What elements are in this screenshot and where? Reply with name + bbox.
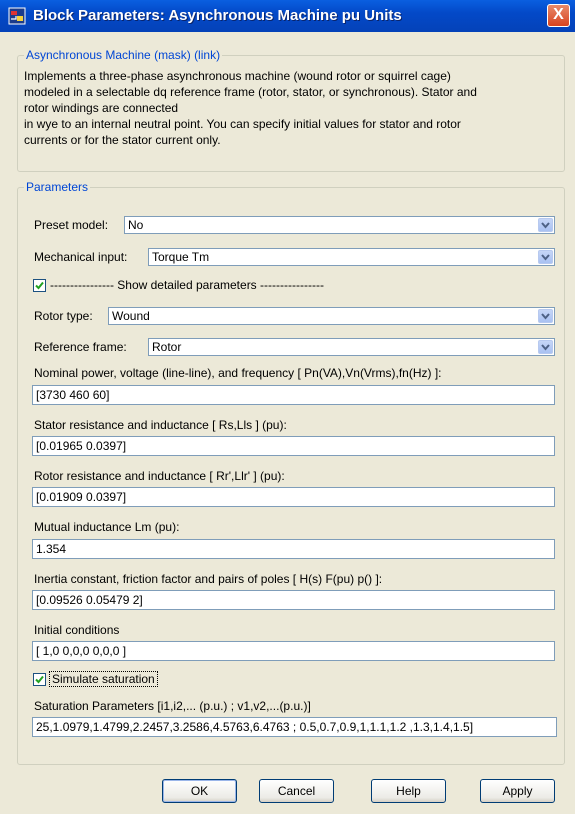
chevron-down-icon[interactable] — [538, 218, 553, 232]
saturation-params-value: 25,1.0979,1.4799,2.2457,3.2586,4.5763,6.… — [36, 720, 474, 734]
reference-frame-select[interactable]: Rotor — [148, 338, 555, 356]
saturation-params-label: Saturation Parameters [i1,i2,... (p.u.) … — [34, 699, 311, 713]
description-line: Implements a three-phase asynchronous ma… — [24, 69, 451, 83]
rotor-type-label: Rotor type: — [34, 309, 93, 323]
simulate-saturation-label: Simulate saturation — [49, 671, 158, 687]
description-line: currents or for the stator current only. — [24, 133, 221, 147]
apply-button[interactable]: Apply — [480, 779, 555, 803]
mask-group-title: Asynchronous Machine (mask) (link) — [24, 48, 223, 62]
description-line: modeled in a selectable dq reference fra… — [24, 85, 477, 99]
help-button[interactable]: Help — [371, 779, 446, 803]
close-icon: X — [553, 6, 564, 23]
reference-frame-label: Reference frame: — [34, 340, 127, 354]
mechanical-input-label: Mechanical input: — [34, 250, 128, 264]
mechanical-input-value: Torque Tm — [152, 250, 210, 264]
stator-label: Stator resistance and inductance [ Rs,Ll… — [34, 418, 287, 432]
parameters-group-title: Parameters — [24, 180, 91, 194]
title-bar[interactable]: Block Parameters: Asynchronous Machine p… — [0, 0, 575, 32]
nominal-field[interactable]: [3730 460 60] — [32, 385, 555, 405]
initial-conditions-label: Initial conditions — [34, 623, 120, 637]
cancel-button[interactable]: Cancel — [259, 779, 334, 803]
description-line: in wye to an internal neutral point. You… — [24, 117, 461, 131]
initial-conditions-field[interactable]: [ 1,0 0,0,0 0,0,0 ] — [32, 641, 555, 661]
rotor-resistance-label: Rotor resistance and inductance [ Rr',Ll… — [34, 469, 285, 483]
nominal-value: [3730 460 60] — [36, 388, 110, 402]
initial-conditions-value: [ 1,0 0,0,0 0,0,0 ] — [36, 644, 127, 658]
saturation-params-field[interactable]: 25,1.0979,1.4799,2.2457,3.2586,4.5763,6.… — [32, 717, 557, 737]
preset-model-label: Preset model: — [34, 218, 109, 232]
stator-value: [0.01965 0.0397] — [36, 439, 127, 453]
checkmark-icon — [35, 281, 44, 290]
chevron-down-icon[interactable] — [538, 309, 553, 323]
simulate-saturation-checkbox[interactable] — [33, 673, 46, 686]
chevron-down-icon[interactable] — [538, 250, 553, 264]
simulink-block-icon — [8, 7, 26, 25]
show-detailed-label: ---------------- Show detailed parameter… — [50, 278, 324, 292]
nominal-label: Nominal power, voltage (line-line), and … — [34, 366, 442, 380]
rotor-type-value: Wound — [112, 309, 150, 323]
description-line: rotor windings are connected — [24, 101, 179, 115]
inertia-label: Inertia constant, friction factor and pa… — [34, 572, 383, 586]
mutual-inductance-field[interactable]: 1.354 — [32, 539, 555, 559]
window-title: Block Parameters: Asynchronous Machine p… — [33, 7, 402, 24]
close-button[interactable]: X — [547, 4, 570, 27]
inertia-field[interactable]: [0.09526 0.05479 2] — [32, 590, 555, 610]
chevron-down-icon[interactable] — [538, 340, 553, 354]
ok-button[interactable]: OK — [162, 779, 237, 803]
preset-model-value: No — [128, 218, 144, 232]
rotor-resistance-field[interactable]: [0.01909 0.0397] — [32, 487, 555, 507]
show-detailed-checkbox[interactable] — [33, 279, 46, 292]
mutual-inductance-label: Mutual inductance Lm (pu): — [34, 520, 180, 534]
rotor-resistance-value: [0.01909 0.0397] — [36, 490, 127, 504]
inertia-value: [0.09526 0.05479 2] — [36, 593, 143, 607]
stator-field[interactable]: [0.01965 0.0397] — [32, 436, 555, 456]
simulate-saturation-text: Simulate saturation — [49, 671, 158, 687]
preset-model-select[interactable]: No — [124, 216, 555, 234]
reference-frame-value: Rotor — [152, 340, 182, 354]
mask-description: Implements a three-phase asynchronous ma… — [24, 68, 554, 148]
rotor-type-select[interactable]: Wound — [108, 307, 555, 325]
checkmark-icon — [35, 675, 44, 684]
mutual-inductance-value: 1.354 — [36, 542, 67, 556]
mechanical-input-select[interactable]: Torque Tm — [148, 248, 555, 266]
